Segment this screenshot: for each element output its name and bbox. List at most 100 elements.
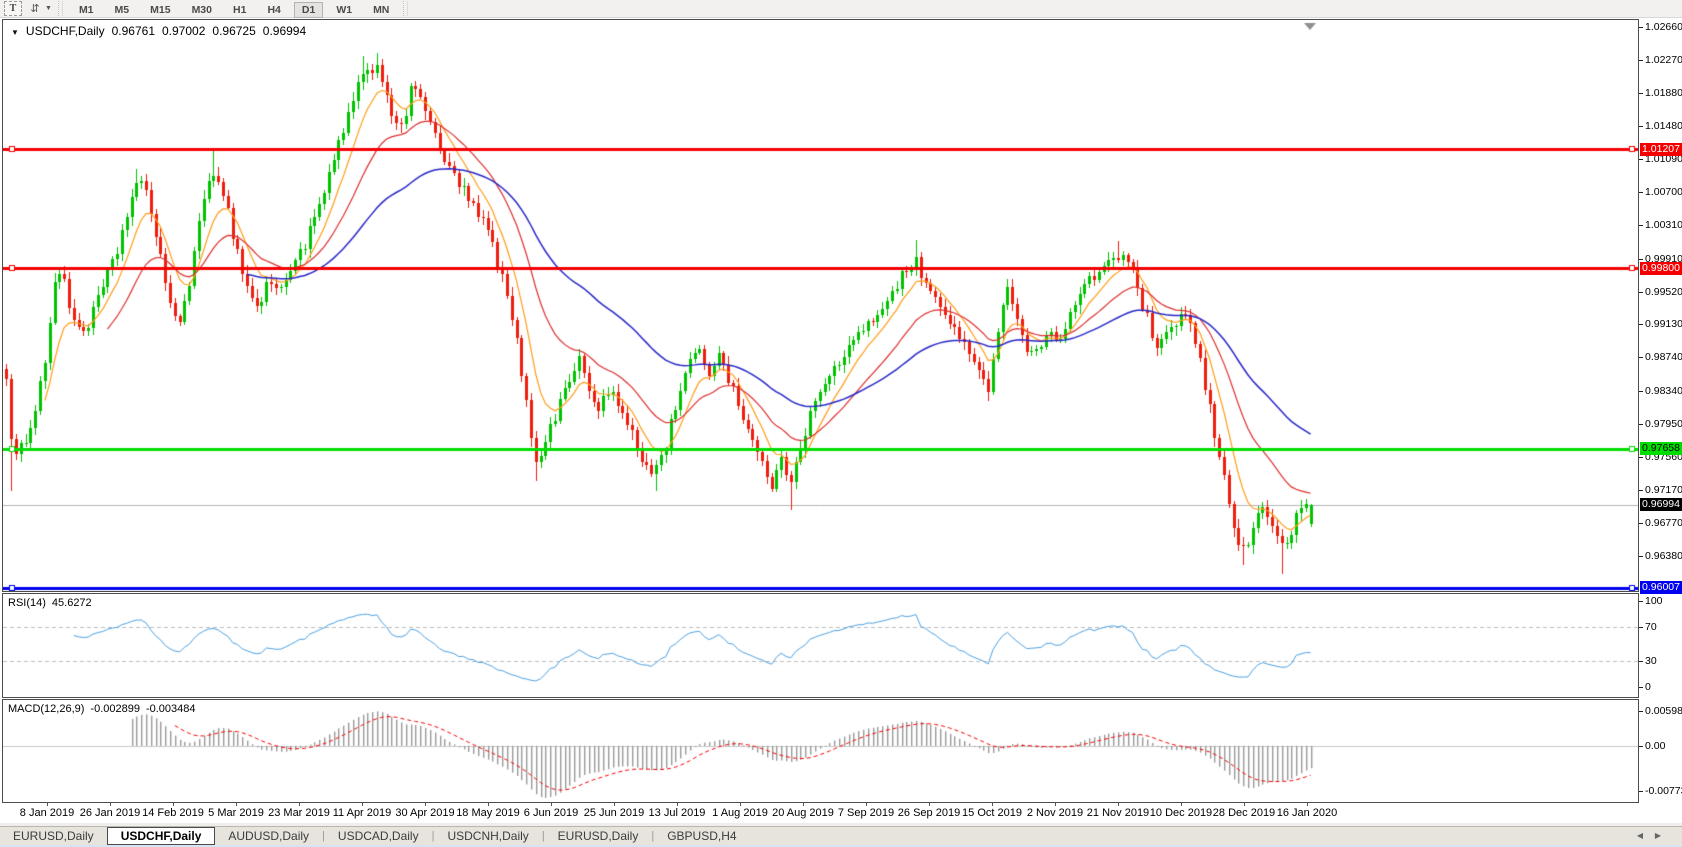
main-chart-panel: ▼ USDCHF,Daily 0.96761 0.97002 0.96725 0.9699… [2,19,1639,592]
date-tick-mark [992,803,993,806]
price-tick-mark [1639,93,1643,94]
date-tick-mark [299,803,300,806]
price-tick-mark [1639,60,1643,61]
ohlc-open: 0.96761 [112,24,155,38]
price-tick-mark [1639,324,1643,325]
symbol-dropdown-icon[interactable]: ▼ [11,28,19,37]
timeframe-button-m1[interactable]: M1 [71,2,102,18]
rsi-canvas[interactable] [3,594,1638,697]
date-tick-mark [551,803,552,806]
macd-tick-mark [1639,711,1643,712]
date-tick-mark [47,803,48,806]
price-tick-mark [1639,27,1643,28]
rsi-panel: RSI(14) 45.6272 [2,593,1639,698]
date-tick-mark [929,803,930,806]
date-tick-mark [362,803,363,806]
rsi-name: RSI(14) [8,597,46,609]
chart-tab-eurusd-daily[interactable]: EURUSD,Daily [545,828,652,844]
chart-tab-gbpusd-h4[interactable]: GBPUSD,H4 [654,828,749,844]
date-tick-mark [1181,803,1182,806]
rsi-tick-mark [1639,687,1643,688]
ohlc-high: 0.97002 [162,24,205,38]
macd-tick-label: 0.005986 [1645,705,1682,717]
rsi-value: 45.6272 [52,597,92,609]
price-tick-label: 0.98340 [1645,385,1682,397]
timeframe-button-w1[interactable]: W1 [328,2,360,18]
chart-tab-usdchf-daily[interactable]: USDCHF,Daily [107,827,216,845]
tab-scroll-right-button[interactable]: ▶ [1652,831,1664,841]
ohlc-low: 0.96725 [212,24,255,38]
rsi-tick-mark [1639,627,1643,628]
price-tick-mark [1639,424,1643,425]
timeframe-button-m15[interactable]: M15 [142,2,178,18]
price-tick-mark [1639,556,1643,557]
timeframe-button-mn[interactable]: MN [365,2,397,18]
terminal-window: T ⇵ ▼ M1 M5M15 M30 H1 H4 D1 W1 MN ▼ USDCHF,Daily… [0,0,1682,847]
date-axis[interactable]: 8 Jan 201926 Jan 201914 Feb 20195 Mar 20… [2,803,1639,823]
price-tick-label: 0.97170 [1645,484,1682,496]
arrows-sort-icon[interactable]: ⇵ [26,1,44,16]
rsi-label: RSI(14) 45.6272 [8,597,98,609]
chart-tab-bar: EURUSD,DailyUSDCHF,DailyAUDUSD,Daily|USD… [0,826,1682,845]
macd-name: MACD(12,26,9) [8,703,84,715]
date-tick-mark [425,803,426,806]
ohlc-close: 0.96994 [263,24,306,38]
timeframe-button-m30[interactable]: M30 [184,2,220,18]
rsi-tick-label: 0 [1645,681,1651,693]
macd-tick-label: -0.007737 [1645,785,1682,797]
macd-panel: MACD(12,26,9)-0.002899-0.003484 [2,699,1639,803]
price-flag-0.96007: 0.96007 [1640,581,1682,594]
timeframe-button-d1[interactable]: D1 [294,2,323,18]
price-tick-label: 1.01880 [1645,87,1682,99]
price-tick-mark [1639,192,1643,193]
rsi-tick-mark [1639,601,1643,602]
chart-symbol: USDCHF,Daily [26,24,105,38]
chart-title: ▼ USDCHF,Daily 0.96761 0.97002 0.96725 0.9699… [11,24,313,38]
price-tick-label: 0.99520 [1645,286,1682,298]
date-tick-mark [1055,803,1056,806]
price-flag-0.96994: 0.96994 [1640,498,1682,511]
date-tick-mark [1118,803,1119,806]
timeframe-button-m5[interactable]: M5 [107,2,138,18]
main-chart-canvas[interactable] [3,20,1638,591]
chart-tab-eurusd-daily[interactable]: EURUSD,Daily [0,828,107,844]
date-tick-mark [1244,803,1245,806]
date-tick-mark [740,803,741,806]
macd-tick-label: 0.00 [1645,740,1665,752]
price-tick-mark [1639,391,1643,392]
chart-tab-audusd-daily[interactable]: AUDUSD,Daily [215,828,322,844]
rsi-tick-label: 70 [1645,621,1657,633]
chart-tab-usdcad-daily[interactable]: USDCAD,Daily [325,828,432,844]
price-flag-0.99800: 0.99800 [1640,262,1682,275]
price-tick-mark [1639,457,1643,458]
rsi-tick-label: 100 [1645,595,1663,607]
price-tick-label: 1.02660 [1645,21,1682,33]
tab-scroll-left-button[interactable]: ◀ [1634,831,1646,841]
price-tick-label: 0.97950 [1645,418,1682,430]
text-tool-button[interactable]: T [4,1,22,16]
date-tick-mark [1307,803,1308,806]
date-label: 16 Jan 2020 [1267,807,1347,819]
price-tick-mark [1639,357,1643,358]
chart-tab-usdcnh-daily[interactable]: USDCNH,Daily [434,828,541,844]
price-tick-mark [1639,126,1643,127]
price-tick-label: 0.96380 [1645,550,1682,562]
price-tick-mark [1639,523,1643,524]
chevron-down-icon[interactable]: ▼ [45,5,52,12]
timeframe-button-h1[interactable]: H1 [225,2,254,18]
price-tick-label: 0.99130 [1645,318,1682,330]
macd-canvas[interactable] [3,700,1638,802]
price-tick-mark [1639,292,1643,293]
date-tick-mark [677,803,678,806]
price-tick-label: 0.98740 [1645,351,1682,363]
price-tick-mark [1639,490,1643,491]
price-tick-label: 1.02270 [1645,54,1682,66]
macd-label: MACD(12,26,9)-0.002899-0.003484 [8,703,202,715]
price-tick-label: 0.96770 [1645,517,1682,529]
timeframe-button-h4[interactable]: H4 [259,2,288,18]
timeframe-button-group: M1 M5M15 M30 H1 H4 D1 W1 MN [66,0,397,18]
price-tick-mark [1639,225,1643,226]
rsi-tick-label: 30 [1645,655,1657,667]
macd-tick-mark [1639,746,1643,747]
macd-tick-mark [1639,791,1643,792]
